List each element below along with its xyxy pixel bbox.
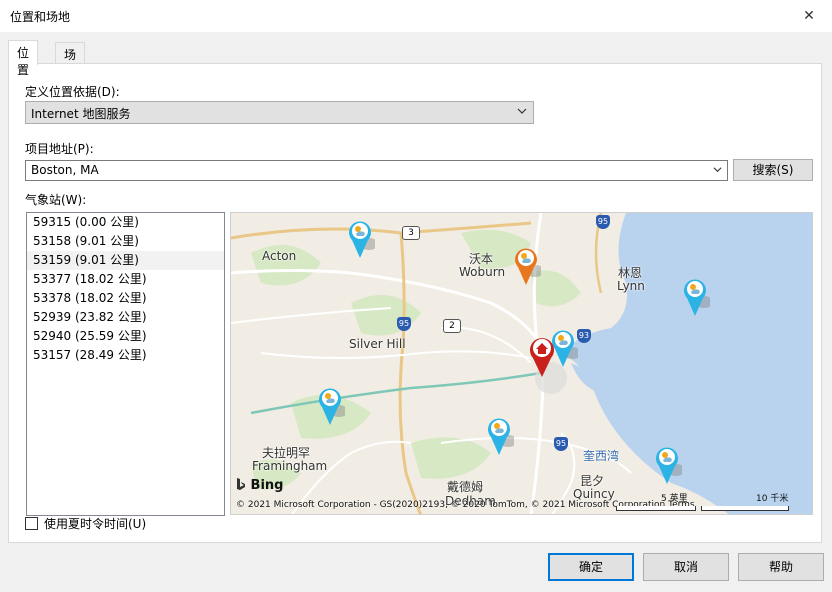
- cancel-button[interactable]: 取消: [643, 553, 729, 581]
- close-icon[interactable]: ✕: [786, 0, 832, 32]
- chevron-down-icon: [517, 108, 527, 114]
- list-item[interactable]: 53378 (18.02 公里): [27, 289, 224, 308]
- chevron-down-icon[interactable]: [713, 165, 722, 174]
- map-view[interactable]: Acton 沃本 Woburn 林恩 Lynn Silver Hill 夫拉明罕…: [230, 212, 813, 515]
- basis-label: 定义位置依据(D):: [25, 85, 120, 99]
- weather-station-pin-icon[interactable]: [511, 243, 541, 287]
- map-label-silver-hill: Silver Hill: [349, 337, 406, 351]
- map-label-lynn: Lynn: [617, 279, 645, 293]
- dst-checkbox[interactable]: [25, 517, 38, 530]
- window-title: 位置和场地: [10, 10, 71, 24]
- interstate-shield: 93: [577, 329, 591, 343]
- dst-label[interactable]: 使用夏时令时间(U): [44, 515, 146, 532]
- basis-value: Internet 地图服务: [31, 107, 131, 121]
- address-label: 项目地址(P):: [25, 142, 94, 156]
- project-location-home-icon[interactable]: [527, 334, 557, 378]
- bing-logo-icon: [237, 478, 245, 490]
- basis-dropdown[interactable]: Internet 地图服务: [25, 101, 534, 124]
- address-value: Boston, MA: [31, 163, 99, 177]
- tab-site[interactable]: 场地: [55, 42, 86, 79]
- map-label-bay: 奎西湾: [583, 449, 620, 463]
- tab-location[interactable]: 位置: [8, 40, 39, 77]
- help-button[interactable]: 帮助: [738, 553, 824, 581]
- map-label-acton: Acton: [262, 249, 297, 263]
- weather-station-pin-icon[interactable]: [484, 413, 514, 457]
- map-label-quincy: Quincy: [573, 487, 615, 501]
- list-item[interactable]: 53377 (18.02 公里): [27, 270, 224, 289]
- list-item[interactable]: 53159 (9.01 公里): [27, 251, 224, 270]
- weather-station-pin-icon[interactable]: [315, 383, 345, 427]
- bing-logo: Bing: [236, 478, 283, 493]
- location-panel: 定义位置依据(D): Internet 地图服务 项目地址(P): Boston…: [8, 63, 822, 543]
- bing-label: Bing: [250, 478, 284, 493]
- list-item[interactable]: 59315 (0.00 公里): [27, 213, 224, 232]
- list-item[interactable]: 52939 (23.82 公里): [27, 308, 224, 327]
- ok-button[interactable]: 确定: [548, 553, 634, 581]
- list-item[interactable]: 52940 (25.59 公里): [27, 327, 224, 346]
- stations-label: 气象站(W):: [25, 193, 87, 207]
- list-item[interactable]: 53157 (28.49 公里): [27, 346, 224, 365]
- route-shield: 2: [443, 319, 461, 333]
- scale-bar-miles: [616, 506, 696, 511]
- station-list[interactable]: 59315 (0.00 公里) 53158 (9.01 公里) 53159 (9…: [26, 212, 225, 516]
- interstate-shield: 95: [397, 317, 411, 331]
- address-input[interactable]: Boston, MA: [25, 160, 728, 181]
- scale-km: 10 千米: [756, 494, 789, 504]
- map-label-woburn: Woburn: [459, 265, 506, 279]
- scale-bar-km: [701, 506, 789, 511]
- interstate-shield: 95: [596, 215, 610, 229]
- list-item[interactable]: 53158 (9.01 公里): [27, 232, 224, 251]
- route-shield: 3: [402, 226, 420, 240]
- weather-station-pin-icon[interactable]: [345, 216, 375, 260]
- interstate-shield: 95: [554, 437, 568, 451]
- scale-miles: 5 英里: [661, 494, 688, 504]
- title-bar: 位置和场地 ✕: [0, 0, 832, 32]
- map-label-framingham: Framingham: [252, 459, 328, 473]
- weather-station-pin-icon[interactable]: [680, 274, 710, 318]
- search-button[interactable]: 搜索(S): [733, 159, 813, 181]
- weather-station-pin-icon[interactable]: [652, 442, 682, 486]
- map-label-dedham-cn: 戴德姆: [447, 480, 484, 494]
